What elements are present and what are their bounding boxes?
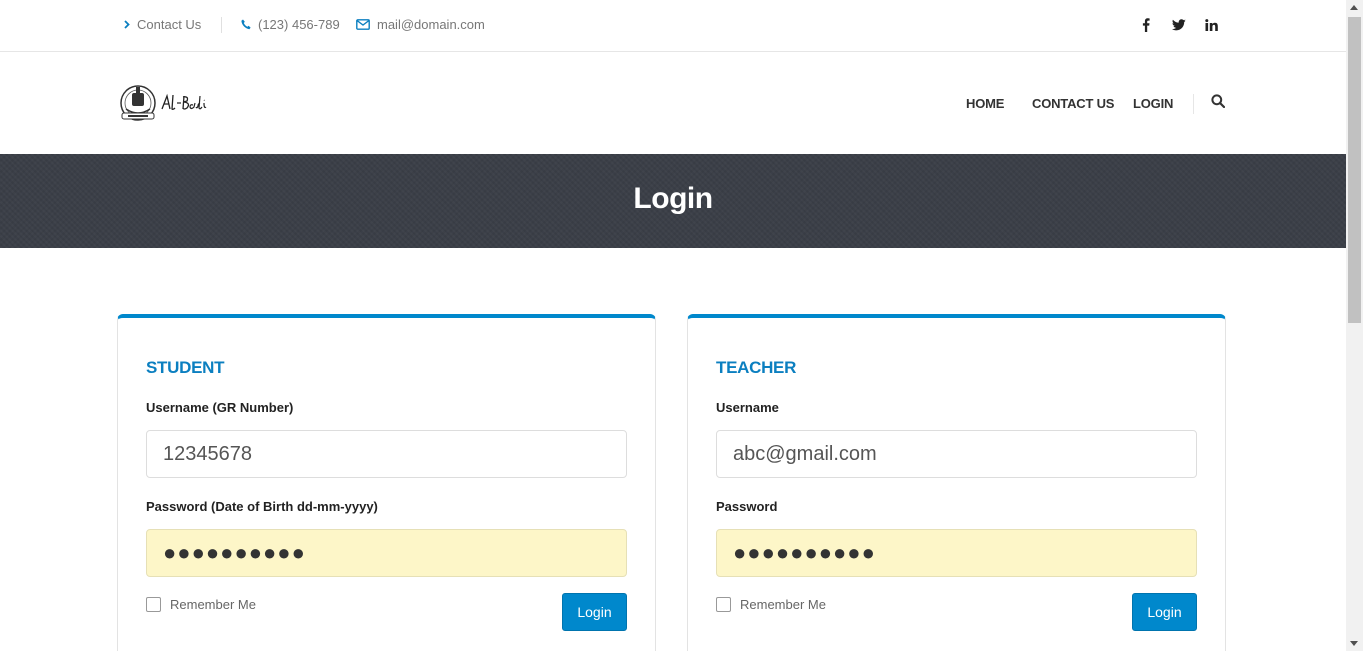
- page-title: Login: [633, 182, 713, 215]
- student-login-button[interactable]: Login: [562, 593, 627, 631]
- phone-icon: [241, 19, 251, 30]
- teacher-password-label: Password: [716, 499, 778, 514]
- logo-wordmark: [161, 93, 207, 110]
- topbar-divider: [221, 17, 222, 33]
- student-remember-me[interactable]: Remember Me: [146, 597, 256, 612]
- teacher-username-label: Username: [716, 400, 779, 415]
- nav-home[interactable]: HOME: [966, 96, 1004, 111]
- student-remember-checkbox[interactable]: [146, 597, 161, 612]
- student-username-label: Username (GR Number): [146, 400, 294, 415]
- teacher-login-card: TEACHER Username abc@gmail.com Password …: [687, 314, 1226, 651]
- envelope-icon: [356, 19, 370, 30]
- phone-number: (123) 456-789: [258, 17, 340, 32]
- main-header: HOME CONTACT US LOGIN: [0, 52, 1346, 154]
- nav-login[interactable]: LOGIN: [1133, 96, 1173, 111]
- email-link[interactable]: mail@domain.com: [356, 17, 485, 32]
- teacher-remember-checkbox[interactable]: [716, 597, 731, 612]
- twitter-icon[interactable]: [1171, 16, 1187, 34]
- teacher-card-title: TEACHER: [716, 358, 797, 377]
- phone-link[interactable]: (123) 456-789: [241, 17, 340, 32]
- student-remember-label: Remember Me: [170, 597, 256, 612]
- page-scrollbar[interactable]: [1346, 0, 1363, 651]
- student-password-field[interactable]: ●●●●●●●●●●: [146, 529, 627, 577]
- teacher-password-field[interactable]: ●●●●●●●●●●: [716, 529, 1197, 577]
- student-card-title: STUDENT: [146, 358, 225, 377]
- scroll-down-arrow-icon[interactable]: [1350, 641, 1358, 646]
- nav-contact-us[interactable]: CONTACT US: [1032, 96, 1114, 111]
- email-address: mail@domain.com: [377, 17, 485, 32]
- logo-emblem: [120, 85, 156, 121]
- scrollbar-thumb[interactable]: [1348, 17, 1361, 323]
- linkedin-icon[interactable]: [1203, 16, 1219, 34]
- teacher-remember-label: Remember Me: [740, 597, 826, 612]
- facebook-icon[interactable]: [1138, 16, 1154, 34]
- student-login-card: STUDENT Username (GR Number) 12345678 Pa…: [117, 314, 656, 651]
- nav-divider: [1193, 94, 1194, 114]
- chevron-right-icon: [124, 20, 130, 29]
- page-title-band: Login: [0, 154, 1346, 248]
- teacher-remember-me[interactable]: Remember Me: [716, 597, 826, 612]
- scroll-up-arrow-icon[interactable]: [1350, 5, 1358, 10]
- student-username-field[interactable]: 12345678: [146, 430, 627, 478]
- teacher-username-field[interactable]: abc@gmail.com: [716, 430, 1197, 478]
- top-bar: Contact Us (123) 456-789 mail@domain.com: [0, 0, 1346, 52]
- contact-us-label: Contact Us: [137, 17, 202, 32]
- student-password-label: Password (Date of Birth dd-mm-yyyy): [146, 499, 378, 514]
- site-logo[interactable]: [118, 82, 210, 124]
- teacher-login-button[interactable]: Login: [1132, 593, 1197, 631]
- contact-us-link[interactable]: Contact Us: [124, 17, 201, 32]
- search-icon[interactable]: [1211, 94, 1229, 112]
